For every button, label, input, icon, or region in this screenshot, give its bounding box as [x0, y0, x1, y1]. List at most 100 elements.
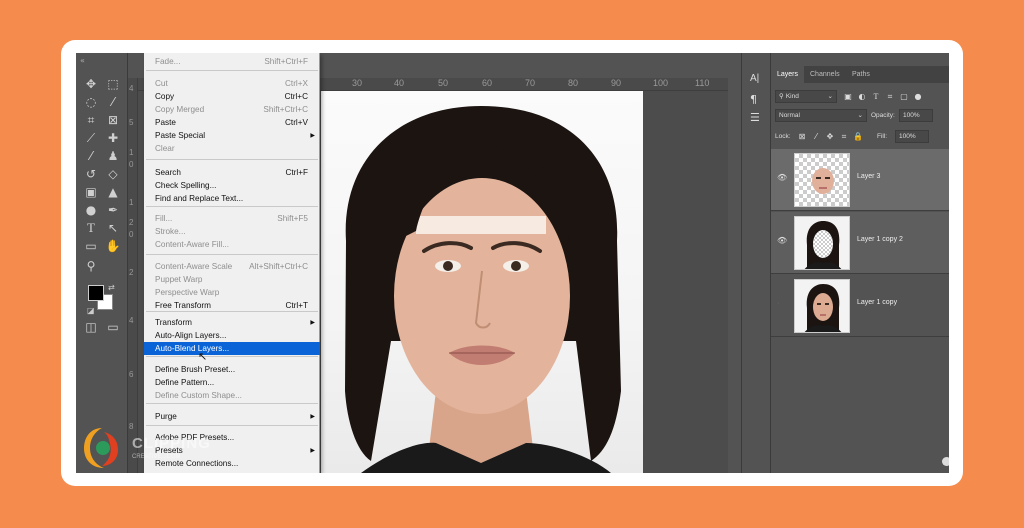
foreground-color-swatch[interactable]: [88, 285, 104, 301]
lock-transparency-icon[interactable]: ⊠: [797, 130, 807, 143]
menu-separator: [146, 70, 318, 71]
menu-separator: [146, 403, 318, 404]
move-icon[interactable]: ✥: [81, 76, 101, 92]
menu-item-fade[interactable]: Fade... Shift+Ctrl+F: [144, 55, 320, 68]
lock-all-icon[interactable]: 🔒: [853, 130, 863, 143]
zoom-icon[interactable]: ⚲: [81, 258, 101, 274]
default-colors-icon[interactable]: ◪: [87, 306, 95, 315]
lasso-icon[interactable]: ◌: [81, 94, 101, 110]
path-select-icon[interactable]: ↖: [103, 220, 123, 236]
document-canvas[interactable]: [321, 91, 643, 473]
menu-item-define-pattern[interactable]: Define Pattern...: [144, 376, 320, 389]
lock-position-icon[interactable]: ✥: [825, 130, 835, 143]
menu-item-paste[interactable]: Paste Ctrl+V: [144, 116, 320, 129]
menu-item-clear[interactable]: Clear: [144, 142, 320, 155]
filter-smart-object-icon[interactable]: ▢: [899, 90, 909, 103]
photoshop-window: « ✥ ⬚ ◌ ⁄ ⌗ ⊠ ⟋ ✚ ⁄ ♟ ↺ ◇ ▣ ▲ ● ✒ T ↖ ▭ …: [76, 53, 949, 473]
kind-filter-select[interactable]: ⚲ Kind ⌄: [775, 90, 837, 103]
menu-item-copy-merged[interactable]: Copy Merged Shift+Ctrl+C: [144, 103, 320, 116]
blend-mode-value: Normal: [779, 112, 800, 119]
blend-mode-select[interactable]: Normal ⌄: [775, 109, 867, 122]
stamp-icon[interactable]: ♟: [103, 148, 123, 164]
menu-item-content-aware-scale[interactable]: Content-Aware Scale Alt+Shift+Ctrl+C: [144, 260, 320, 273]
menu-item-auto-blend-layers[interactable]: Auto-Blend Layers...: [144, 342, 320, 355]
layers-panel: Layers Channels Paths ⚲ Kind ⌄ ▣ ◐ T ⌗ ▢ …: [771, 53, 949, 473]
pen-icon[interactable]: ✒: [103, 202, 123, 218]
menu-item-label: Puppet Warp: [155, 275, 203, 284]
ruler-label: 110: [695, 78, 710, 88]
filter-type-icon[interactable]: T: [871, 90, 881, 103]
brush-icon[interactable]: ⁄: [81, 148, 101, 164]
eraser-icon[interactable]: ◇: [103, 166, 123, 182]
layer-row[interactable]: · Layer 1 copy: [771, 275, 949, 337]
filter-toggle-icon[interactable]: ●: [913, 90, 923, 103]
menu-item-define-brush-preset[interactable]: Define Brush Preset...: [144, 363, 320, 376]
menu-separator: [146, 159, 318, 160]
swap-colors-icon[interactable]: ⇄: [108, 283, 115, 292]
blur-icon[interactable]: ▲: [103, 184, 123, 200]
dodge-icon[interactable]: ●: [81, 202, 101, 218]
type-icon[interactable]: T: [81, 220, 101, 236]
gradient-icon[interactable]: ▣: [81, 184, 101, 200]
quick-mask-icon[interactable]: ◫: [81, 319, 101, 335]
visibility-off-icon[interactable]: ·: [777, 299, 780, 308]
menu-item-cut[interactable]: Cut Ctrl+X: [144, 77, 320, 90]
menu-item-content-aware-fill[interactable]: Content-Aware Fill...: [144, 238, 320, 251]
visibility-eye-icon[interactable]: 👁: [777, 236, 787, 245]
menu-item-find-and-replace-text[interactable]: Find and Replace Text...: [144, 192, 320, 205]
menu-item-fill[interactable]: Fill... Shift+F5: [144, 212, 320, 225]
ruler-label: 1: [129, 148, 134, 157]
menu-item-shortcut: Shift+Ctrl+C: [263, 105, 308, 114]
layer-name: Layer 1 copy: [857, 299, 898, 306]
filter-shape-icon[interactable]: ⌗: [885, 90, 895, 103]
menu-separator: [146, 254, 318, 255]
screen-mode-icon[interactable]: ▭: [103, 319, 123, 335]
menu-item-label: Clear: [155, 144, 175, 153]
crop-icon[interactable]: ⌗: [81, 112, 101, 128]
lock-pixels-icon[interactable]: ⁄: [811, 130, 821, 143]
layer-row[interactable]: 👁 Layer 3: [771, 149, 949, 211]
menu-item-auto-align-layers[interactable]: Auto-Align Layers...: [144, 329, 320, 342]
lock-artboard-icon[interactable]: ⌗: [839, 130, 849, 143]
menu-item-transform[interactable]: Transform ▶: [144, 316, 320, 329]
fill-field[interactable]: 100%: [895, 130, 929, 143]
menu-item-paste-special[interactable]: Paste Special ▶: [144, 129, 320, 142]
filter-adjustment-icon[interactable]: ◐: [857, 90, 867, 103]
menu-item-define-custom-shape[interactable]: Define Custom Shape...: [144, 389, 320, 402]
menu-item-search[interactable]: Search Ctrl+F: [144, 166, 320, 179]
visibility-eye-icon[interactable]: 👁: [777, 173, 787, 182]
hand-icon[interactable]: ✋: [103, 238, 123, 254]
ruler-label: 60: [482, 78, 493, 88]
opacity-field[interactable]: 100%: [899, 109, 933, 122]
tab-layers[interactable]: Layers: [771, 66, 805, 83]
eyedropper-icon[interactable]: ⟋: [81, 130, 101, 146]
menu-item-purge[interactable]: Purge ▶: [144, 410, 320, 423]
submenu-arrow-icon: ▶: [310, 447, 315, 454]
menu-separator: [146, 356, 318, 357]
healing-icon[interactable]: ✚: [103, 130, 123, 146]
menu-item-label: Check Spelling...: [155, 181, 217, 190]
tab-channels[interactable]: Channels: [804, 66, 846, 83]
tab-paths[interactable]: Paths: [846, 66, 876, 83]
marquee-icon[interactable]: ⬚: [103, 76, 123, 92]
edit-menu: Fade... Shift+Ctrl+F Cut Ctrl+X Copy Ctrl+C Co…: [144, 53, 320, 473]
magic-wand-icon[interactable]: ⁄: [103, 94, 123, 110]
filter-pixel-icon[interactable]: ▣: [843, 90, 853, 103]
portrait-image: [345, 106, 621, 473]
panel-grip-icon[interactable]: «: [80, 56, 85, 65]
shape-icon[interactable]: ▭: [81, 238, 101, 254]
ruler-label: 1: [129, 198, 134, 207]
character-icon[interactable]: A|: [750, 73, 759, 84]
frame-icon[interactable]: ⊠: [103, 112, 123, 128]
history-brush-icon[interactable]: ↺: [81, 166, 101, 182]
paragraph-icon[interactable]: ¶: [750, 93, 757, 106]
properties-icon[interactable]: ☰: [750, 111, 760, 124]
menu-item-perspective-warp[interactable]: Perspective Warp: [144, 286, 320, 299]
menu-item-check-spelling[interactable]: Check Spelling...: [144, 179, 320, 192]
menu-item-copy[interactable]: Copy Ctrl+C: [144, 90, 320, 103]
menu-item-puppet-warp[interactable]: Puppet Warp: [144, 273, 320, 286]
layer-row[interactable]: 👁 Layer 1 copy 2: [771, 212, 949, 274]
menu-item-free-transform[interactable]: Free Transform Ctrl+T: [144, 299, 320, 312]
watermark-logo-icon: [84, 428, 118, 468]
menu-item-stroke[interactable]: Stroke...: [144, 225, 320, 238]
